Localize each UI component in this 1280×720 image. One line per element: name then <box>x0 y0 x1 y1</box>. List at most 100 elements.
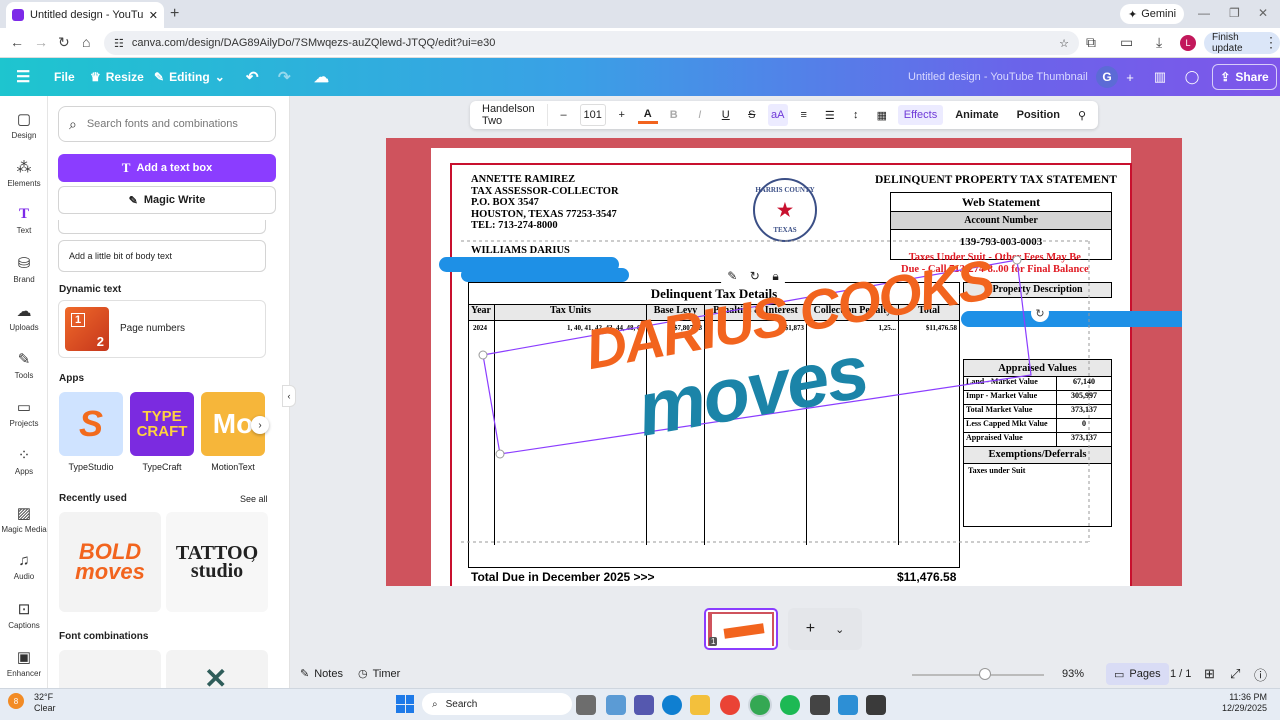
rail-item-captions[interactable]: ⊡ Captions <box>0 600 48 630</box>
download-icon[interactable]: ⤓ <box>1156 34 1162 51</box>
font-combo-card-2[interactable]: ✕ <box>166 650 268 688</box>
pages-button[interactable]: ▭ Pages <box>1106 663 1169 685</box>
font-size-increase[interactable]: + <box>612 104 632 126</box>
back-icon[interactable]: ← <box>10 34 24 50</box>
cast-icon[interactable]: ▭ <box>1120 34 1133 51</box>
rail-item-enhancer[interactable]: ▣ Enhancer <box>0 648 48 678</box>
terminal-icon[interactable] <box>866 695 886 715</box>
spotify-icon[interactable] <box>780 695 800 715</box>
rail-item-uploads[interactable]: ☁ Uploads <box>0 302 48 332</box>
notes-button[interactable]: ✎ Notes <box>300 667 343 681</box>
rail-item-tools[interactable]: ✎ Tools <box>0 350 48 380</box>
rail-item-apps[interactable]: ⁘ Apps <box>0 446 48 476</box>
file-explorer-icon[interactable] <box>690 695 710 715</box>
rail-item-projects[interactable]: ▭ Projects <box>0 398 48 428</box>
browser-tab[interactable]: Untitled design - YouTube Thum ✕ <box>6 2 164 28</box>
zoom-slider-track[interactable] <box>912 674 1044 676</box>
text-color-button[interactable]: A <box>637 106 658 124</box>
body-text-style[interactable]: Add a little bit of body text <box>58 240 266 272</box>
align-center-icon[interactable]: ≡ <box>794 104 814 126</box>
page-numbers-card[interactable]: 1 2 Page numbers <box>58 300 266 358</box>
new-tab-button[interactable]: + <box>170 5 179 23</box>
apps-next-arrow-icon[interactable]: › <box>251 416 269 434</box>
spacing-icon[interactable]: ↕ <box>846 104 866 126</box>
underline-button[interactable]: U <box>716 104 736 126</box>
gemini-button[interactable]: ✦ Gemini <box>1120 4 1185 24</box>
browser-menu-icon[interactable]: ⋮ <box>1264 34 1278 51</box>
partial-text-style-card[interactable] <box>58 220 266 234</box>
teams-icon[interactable] <box>634 695 654 715</box>
task-view-icon[interactable] <box>576 695 596 715</box>
font-combo-card-1[interactable] <box>59 650 161 688</box>
fullscreen-icon[interactable]: ⤢ <box>1230 666 1240 682</box>
site-info-icon[interactable]: ☷ <box>114 37 124 50</box>
resize-button[interactable]: ♛ Resize <box>90 58 144 96</box>
chrome-active-icon[interactable] <box>750 695 770 715</box>
forward-icon[interactable]: → <box>34 34 48 50</box>
position-button[interactable]: Position <box>1011 109 1066 121</box>
font-size-input[interactable]: 101 <box>579 104 606 126</box>
add-text-box-button[interactable]: T Add a text box <box>58 154 276 182</box>
see-all-link[interactable]: See all <box>240 494 268 504</box>
timer-button[interactable]: ◷ Timer <box>358 667 400 681</box>
close-window-icon[interactable]: ✕ <box>1258 6 1268 20</box>
rail-item-text[interactable]: T Text <box>0 206 48 235</box>
design-canvas[interactable]: ANNETTE RAMIREZ TAX ASSESSOR-COLLECTOR P… <box>386 138 1182 586</box>
rail-item-design[interactable]: ▢ Design <box>0 110 48 140</box>
strikethrough-button[interactable]: S <box>742 104 762 126</box>
hamburger-menu-icon[interactable]: ☰ <box>16 58 30 96</box>
add-page-button[interactable]: + ⌄ <box>788 608 862 650</box>
document-title[interactable]: Untitled design - YouTube Thumbnail <box>908 71 1088 83</box>
share-button[interactable]: ⇪ Share <box>1212 64 1277 90</box>
bold-button[interactable]: B <box>664 104 684 126</box>
comments-icon[interactable]: ◯ <box>1182 67 1202 87</box>
lock-icon[interactable]: 🔒︎ <box>772 269 778 284</box>
calculator-icon[interactable] <box>810 695 830 715</box>
zoom-slider-knob[interactable] <box>978 668 991 680</box>
zoom-value[interactable]: 93% <box>1062 668 1084 680</box>
copilot-icon[interactable] <box>606 695 626 715</box>
collapse-panel-button[interactable]: ‹ <box>282 385 296 407</box>
weather-widget[interactable]: 32°F Clear <box>34 692 56 714</box>
recent-bold-moves[interactable]: BOLD moves <box>59 512 161 612</box>
collaborator-avatar[interactable]: G <box>1096 66 1118 88</box>
bookmark-star-icon[interactable]: ☆ <box>1059 37 1069 50</box>
animate-button[interactable]: Animate <box>949 109 1004 121</box>
copy-style-paint-roller-icon[interactable]: ⚲ <box>1072 104 1092 126</box>
editing-mode-dropdown[interactable]: ✎ Editing ⌄ <box>154 58 225 96</box>
help-icon[interactable]: ⓘ <box>1254 665 1267 684</box>
transparency-icon[interactable]: ▦ <box>872 104 892 126</box>
undo-icon[interactable]: ↶ <box>246 58 259 96</box>
magic-write-button[interactable]: ✎ Magic Write <box>58 186 276 214</box>
rotate-icon[interactable]: ↻ <box>750 269 760 283</box>
app-typestudio[interactable]: S <box>59 392 123 456</box>
insights-chart-icon[interactable]: ▥ <box>1150 67 1170 87</box>
page-thumbnail-1[interactable]: 1 <box>704 608 778 650</box>
close-tab-icon[interactable]: ✕ <box>149 9 158 22</box>
windows-start-icon[interactable] <box>396 695 414 713</box>
edge-icon[interactable] <box>662 695 682 715</box>
magic-edit-icon[interactable]: ✎ <box>727 269 737 283</box>
letter-case-button[interactable]: aA <box>767 104 788 126</box>
redo-icon[interactable]: ↷ <box>278 58 291 96</box>
home-icon[interactable]: ⌂ <box>82 34 90 50</box>
url-field[interactable]: ☷ canva.com/design/DAG89AilyDo/7SMwqezs-… <box>104 31 1079 55</box>
font-size-decrease[interactable]: – <box>554 104 574 126</box>
reload-icon[interactable]: ↻ <box>58 34 70 51</box>
list-icon[interactable]: ☰ <box>820 104 840 126</box>
minimize-icon[interactable]: — <box>1198 6 1210 20</box>
app-typecraft[interactable]: TYPE CRAFT <box>130 392 194 456</box>
photos-icon[interactable] <box>838 695 858 715</box>
profile-avatar[interactable]: L <box>1180 35 1196 51</box>
rail-item-audio[interactable]: ♫ Audio <box>0 552 48 581</box>
system-clock[interactable]: 11:36 PM 12/29/2025 <box>1222 692 1267 714</box>
effects-button[interactable]: Effects <box>897 105 944 125</box>
italic-button[interactable]: I <box>690 104 710 126</box>
rail-item-elements[interactable]: ⁂ Elements <box>0 158 48 188</box>
font-search-input[interactable]: ⌕ Search fonts and combinations <box>58 106 276 142</box>
cloud-sync-icon[interactable]: ☁ <box>314 58 329 96</box>
taskbar-search[interactable]: ⌕ Search <box>422 693 572 715</box>
font-family-dropdown[interactable]: Handelson Two <box>476 103 548 127</box>
grid-view-icon[interactable]: ⊞ <box>1204 666 1215 682</box>
chevron-down-icon[interactable]: ⌄ <box>835 623 844 636</box>
